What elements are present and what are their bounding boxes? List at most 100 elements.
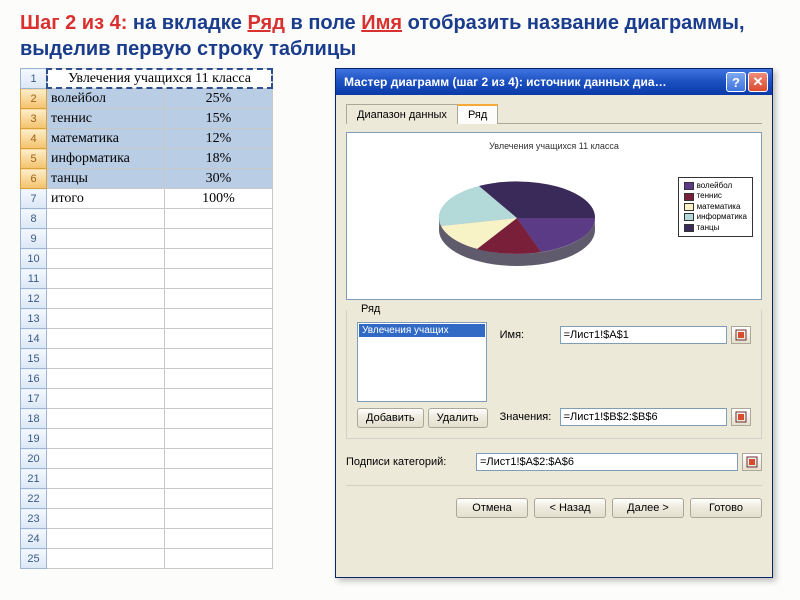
series-values-input[interactable]: [560, 408, 727, 426]
cancel-button[interactable]: Отмена: [456, 498, 528, 518]
row-header[interactable]: 6: [21, 169, 47, 189]
row-header[interactable]: 15: [21, 349, 47, 369]
cell[interactable]: [47, 549, 165, 569]
row-header[interactable]: 5: [21, 149, 47, 169]
cell[interactable]: [165, 449, 273, 469]
cell[interactable]: [165, 329, 273, 349]
cell[interactable]: 30%: [165, 169, 273, 189]
row-header[interactable]: 21: [21, 469, 47, 489]
cell[interactable]: [47, 529, 165, 549]
cell[interactable]: 18%: [165, 149, 273, 169]
cell[interactable]: [165, 409, 273, 429]
cell[interactable]: [165, 289, 273, 309]
row-header[interactable]: 8: [21, 209, 47, 229]
row-header[interactable]: 10: [21, 249, 47, 269]
cell[interactable]: [47, 209, 165, 229]
cell[interactable]: [165, 389, 273, 409]
category-labels-input[interactable]: [476, 453, 738, 471]
cell[interactable]: [47, 269, 165, 289]
cell[interactable]: [47, 249, 165, 269]
cell[interactable]: итого: [47, 189, 165, 209]
series-list-item[interactable]: Увлечения учащих: [359, 324, 485, 337]
cell[interactable]: [47, 449, 165, 469]
cell[interactable]: информатика: [47, 149, 165, 169]
chart-wizard-dialog: Мастер диаграмм (шаг 2 из 4): источник д…: [335, 68, 773, 578]
tab-series[interactable]: Ряд: [457, 104, 498, 124]
row-header[interactable]: 14: [21, 329, 47, 349]
cell[interactable]: [165, 249, 273, 269]
row-header[interactable]: 2: [21, 89, 47, 109]
cell[interactable]: [47, 389, 165, 409]
cell[interactable]: 100%: [165, 189, 273, 209]
cell[interactable]: волейбол: [47, 89, 165, 109]
cell[interactable]: [165, 429, 273, 449]
row-header[interactable]: 18: [21, 409, 47, 429]
cell[interactable]: [165, 269, 273, 289]
row-header[interactable]: 13: [21, 309, 47, 329]
cell[interactable]: [165, 209, 273, 229]
row-header[interactable]: 22: [21, 489, 47, 509]
row-header[interactable]: 9: [21, 229, 47, 249]
cell[interactable]: математика: [47, 129, 165, 149]
remove-series-button[interactable]: Удалить: [428, 408, 488, 428]
row-header[interactable]: 25: [21, 549, 47, 569]
chart-preview: Увлечения учащихся 11 класса волейболтен…: [346, 132, 762, 300]
cell[interactable]: [47, 509, 165, 529]
cell[interactable]: теннис: [47, 109, 165, 129]
cell[interactable]: 15%: [165, 109, 273, 129]
row-header[interactable]: 17: [21, 389, 47, 409]
spreadsheet[interactable]: 1 Увлечения учащихся 11 класса 2волейбол…: [20, 68, 273, 569]
cell[interactable]: 25%: [165, 89, 273, 109]
finish-button[interactable]: Готово: [690, 498, 762, 518]
title-cell[interactable]: Увлечения учащихся 11 класса: [47, 69, 273, 89]
tab-data-range[interactable]: Диапазон данных: [346, 104, 458, 124]
row-header[interactable]: 19: [21, 429, 47, 449]
cell[interactable]: [47, 329, 165, 349]
series-listbox[interactable]: Увлечения учащих: [357, 322, 487, 402]
titlebar[interactable]: Мастер диаграмм (шаг 2 из 4): источник д…: [336, 69, 772, 95]
add-series-button[interactable]: Добавить: [357, 408, 424, 428]
cell[interactable]: [47, 349, 165, 369]
cell[interactable]: [165, 309, 273, 329]
ref-picker-button[interactable]: [742, 453, 762, 471]
pie-chart-icon: [417, 163, 617, 283]
field-name-highlight: Имя: [361, 12, 402, 34]
ref-picker-button[interactable]: [731, 408, 751, 426]
ref-picker-button[interactable]: [731, 326, 751, 344]
row-header[interactable]: 24: [21, 529, 47, 549]
cell[interactable]: [165, 229, 273, 249]
cell[interactable]: [165, 369, 273, 389]
row-header[interactable]: 12: [21, 289, 47, 309]
cell[interactable]: [47, 489, 165, 509]
cell[interactable]: [165, 549, 273, 569]
cell[interactable]: [47, 469, 165, 489]
cell[interactable]: [47, 369, 165, 389]
cell[interactable]: [165, 469, 273, 489]
cell[interactable]: [47, 309, 165, 329]
cell[interactable]: [165, 509, 273, 529]
series-name-input[interactable]: [560, 326, 727, 344]
cell[interactable]: [47, 429, 165, 449]
cell[interactable]: 12%: [165, 129, 273, 149]
cell[interactable]: танцы: [47, 169, 165, 189]
close-button[interactable]: ✕: [748, 72, 768, 92]
cell[interactable]: [47, 229, 165, 249]
next-button[interactable]: Далее >: [612, 498, 684, 518]
row-header[interactable]: 4: [21, 129, 47, 149]
help-button[interactable]: ?: [726, 72, 746, 92]
dialog-title: Мастер диаграмм (шаг 2 из 4): источник д…: [344, 75, 724, 89]
row-header[interactable]: 16: [21, 369, 47, 389]
row-header[interactable]: 3: [21, 109, 47, 129]
row-header[interactable]: 23: [21, 509, 47, 529]
cell[interactable]: [47, 409, 165, 429]
row-header[interactable]: 7: [21, 189, 47, 209]
cell[interactable]: [47, 289, 165, 309]
cell[interactable]: [165, 349, 273, 369]
row-header[interactable]: 1: [21, 69, 47, 89]
row-header[interactable]: 20: [21, 449, 47, 469]
row-header[interactable]: 11: [21, 269, 47, 289]
cell[interactable]: [165, 529, 273, 549]
cell[interactable]: [165, 489, 273, 509]
legend-item: теннис: [684, 191, 747, 201]
back-button[interactable]: < Назад: [534, 498, 606, 518]
